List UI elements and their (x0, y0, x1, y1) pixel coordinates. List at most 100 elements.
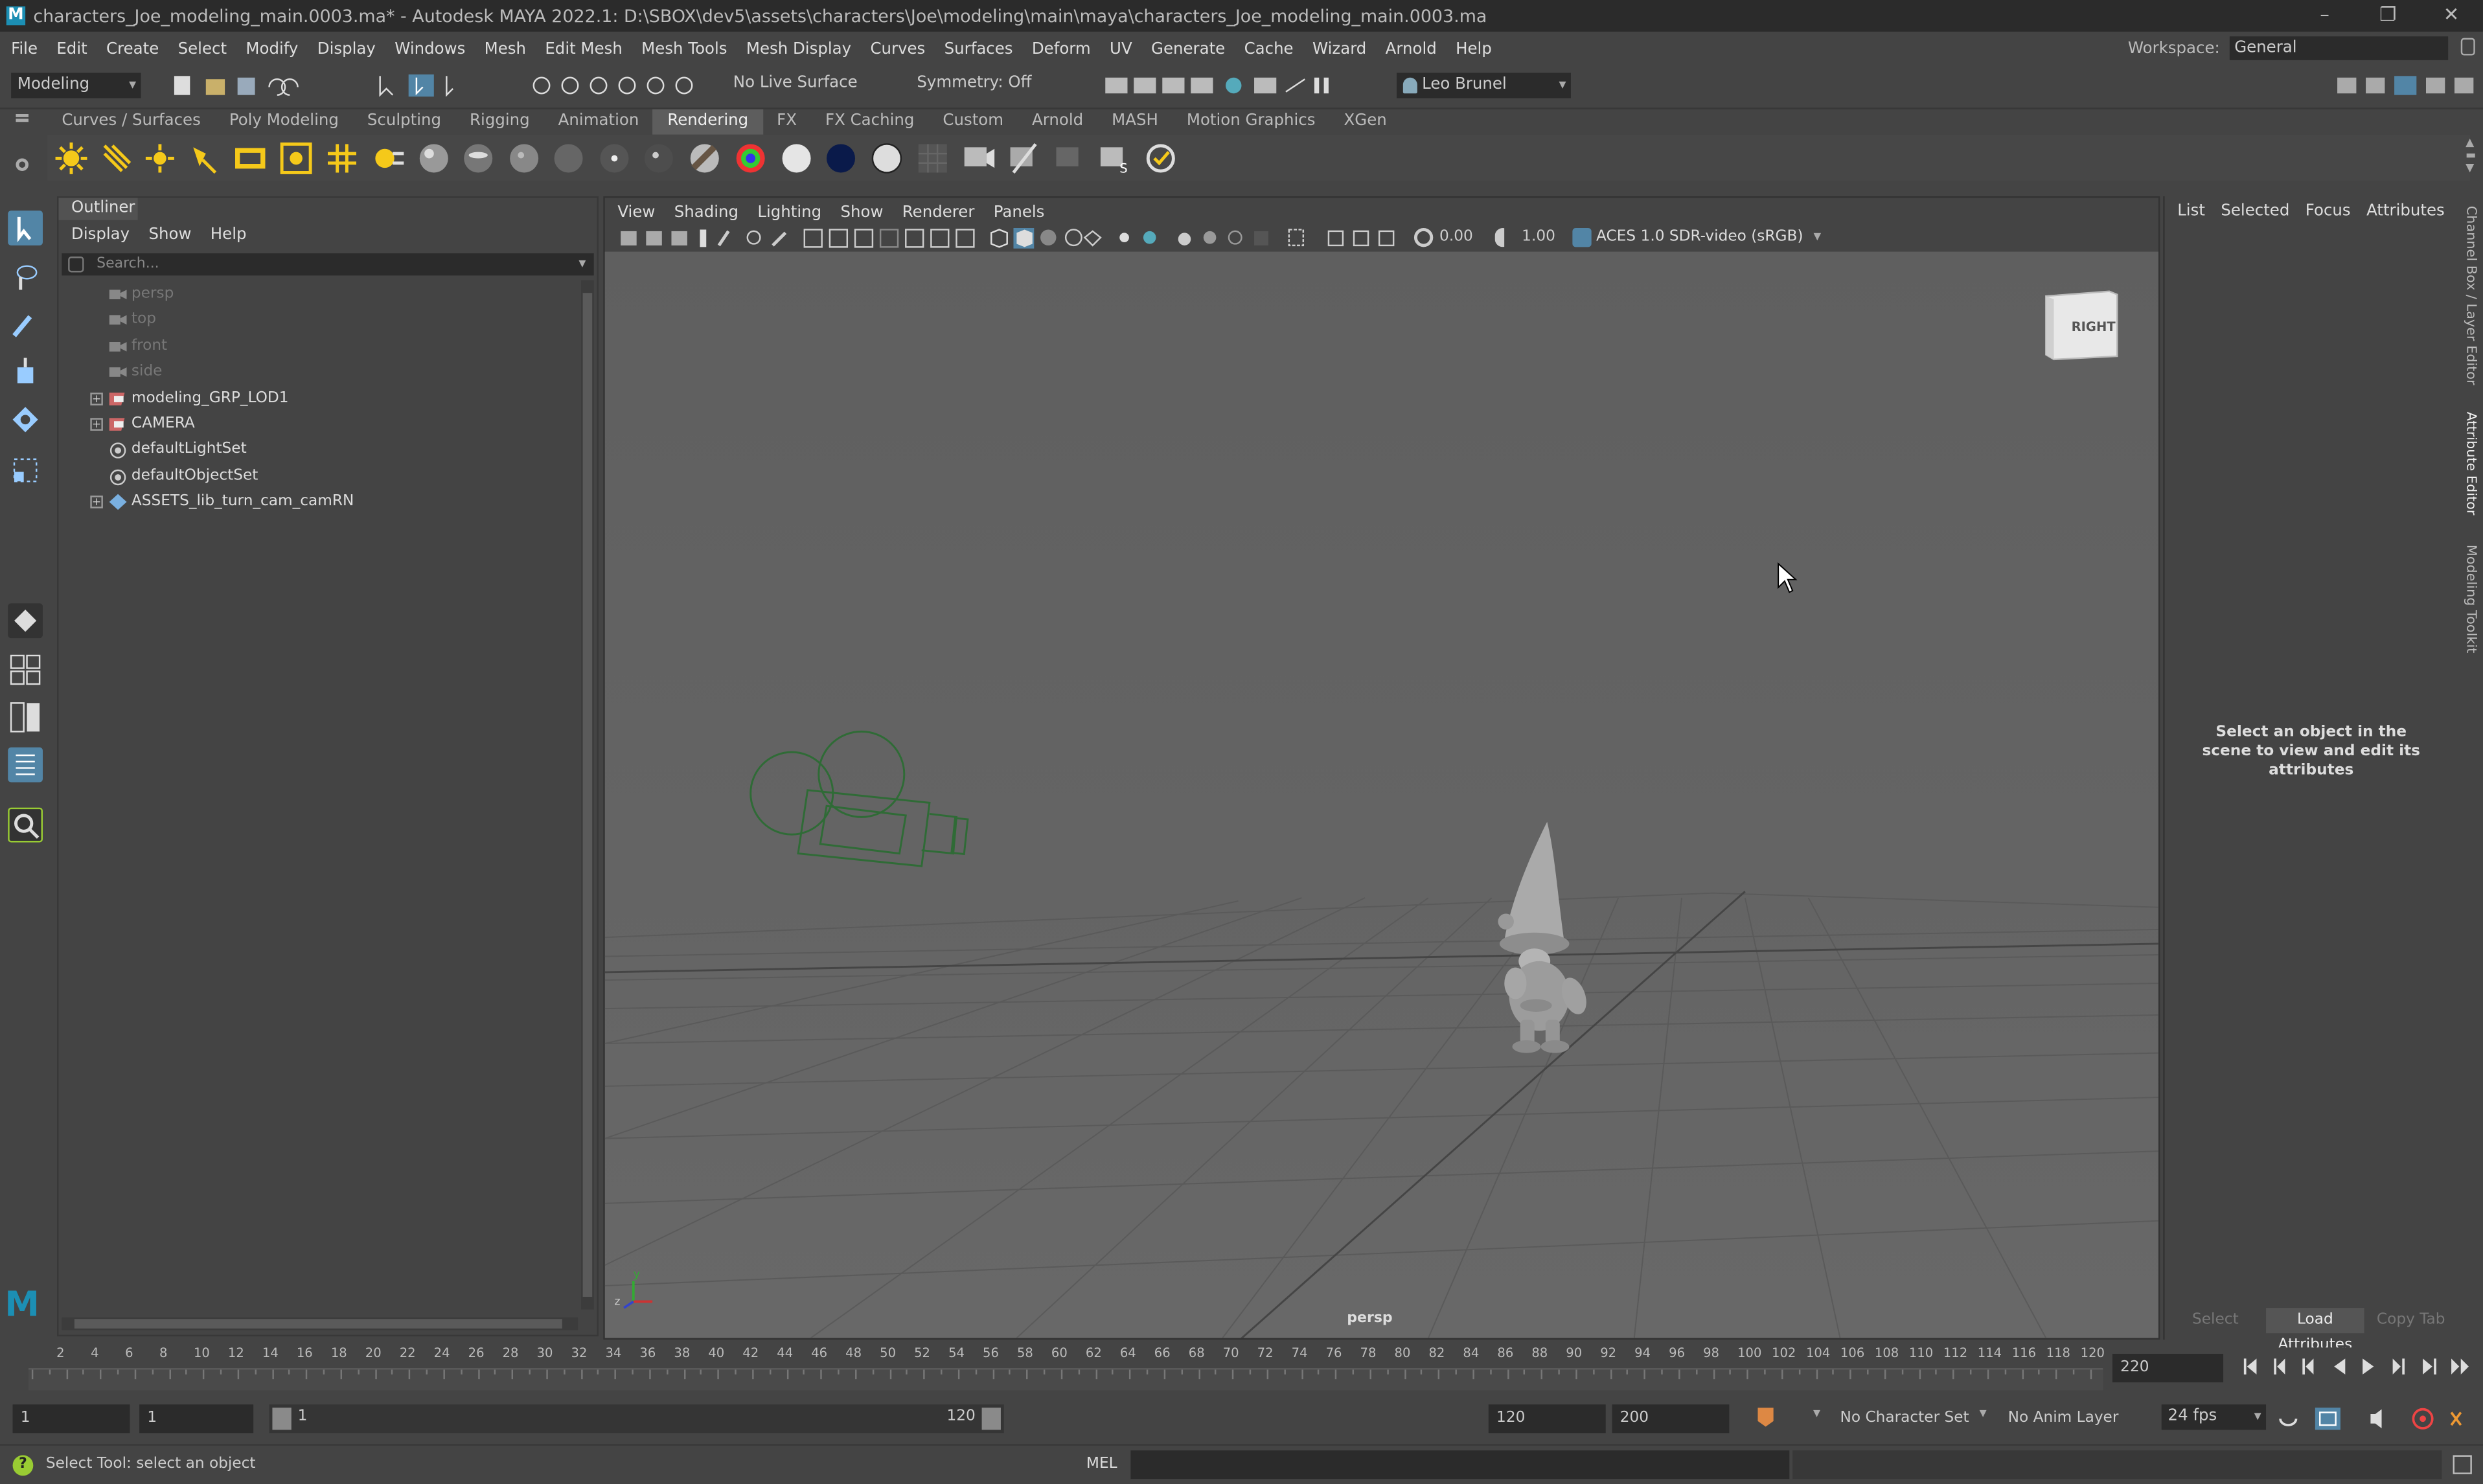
range-handle-end[interactable] (981, 1408, 1001, 1430)
view-transform-dropdown[interactable]: ACES 1.0 SDR-video (sRGB) ▾ (1596, 227, 1821, 249)
shader-phong-icon[interactable] (551, 141, 586, 176)
attr-tab-focus[interactable]: Focus (2298, 202, 2359, 220)
shelf-tab-arnold[interactable]: Arnold (1018, 108, 1097, 133)
outliner-item[interactable]: side (62, 360, 584, 385)
outliner-item[interactable]: defaultObjectSet (62, 464, 584, 489)
menu-curves[interactable]: Curves (861, 40, 935, 58)
paint-select-icon[interactable] (8, 307, 43, 342)
script-editor-icon[interactable] (2453, 1455, 2472, 1474)
exposure-field[interactable]: 0.00 (1439, 227, 1503, 249)
menu-deform[interactable]: Deform (1022, 40, 1100, 58)
outliner-menu-help[interactable]: Help (201, 225, 256, 243)
outliner-item[interactable]: persp (62, 282, 584, 307)
menu-arnold[interactable]: Arnold (1376, 40, 1446, 58)
shader-aniso-icon[interactable] (641, 141, 676, 176)
shelf-scroll-arrows[interactable]: ▲ ▬ ▼ (2466, 136, 2478, 180)
menu-wizard[interactable]: Wizard (1303, 40, 1376, 58)
outliner-menu-display[interactable]: Display (62, 225, 139, 243)
load-attributes-button[interactable]: Load Attributes (2266, 1308, 2364, 1354)
viewport-scene[interactable]: RIGHT y z persp (604, 251, 2158, 1338)
time-slider[interactable]: 2 4 6 8 10 12 14 16 18 20 22 24 26 28 30 32 34 36 38 40 42 44… (12, 1344, 2107, 1392)
viewport-menu-lighting[interactable]: Lighting (748, 203, 831, 221)
move-tool-icon[interactable] (8, 355, 43, 390)
command-input[interactable] (1130, 1450, 1790, 1479)
shelf-tab-motion-graphics[interactable]: Motion Graphics (1173, 108, 1330, 133)
point-light-icon[interactable] (143, 141, 177, 176)
lock-icon[interactable] (2460, 38, 2475, 56)
menu-windows[interactable]: Windows (385, 40, 475, 58)
scale-tool-icon[interactable] (8, 453, 43, 488)
time-slider-track[interactable] (29, 1368, 2103, 1391)
range-slider[interactable]: 1 120 (269, 1404, 1004, 1433)
outliner-vscrollbar[interactable] (581, 280, 594, 1310)
viewport-menu-shading[interactable]: Shading (665, 203, 748, 221)
expand-icon[interactable]: + (90, 496, 103, 509)
outliner-hscrollbar[interactable] (62, 1317, 578, 1330)
shelf-tab-sculpting[interactable]: Sculpting (353, 108, 455, 133)
shelf-tab-rigging[interactable]: Rigging (455, 108, 544, 133)
menuset-dropdown[interactable]: Modeling (11, 73, 141, 98)
volume-light-icon[interactable] (279, 141, 314, 176)
anim-layer-dropdown[interactable]: No Anim Layer (2008, 1410, 2119, 1427)
directional-light-icon[interactable] (100, 141, 135, 176)
chevron-down-icon[interactable]: ▾ (1980, 1406, 1987, 1422)
ipr-render-icon[interactable] (1007, 141, 1042, 176)
shading-mode-icons[interactable] (988, 228, 1305, 249)
four-view-layout-icon[interactable] (8, 652, 43, 687)
isolate-icons[interactable] (1325, 228, 1421, 249)
playback-end-field[interactable]: 120 (1488, 1404, 1606, 1433)
tab-attribute-editor[interactable]: Attribute Editor (2462, 412, 2478, 516)
lasso-tool-icon[interactable] (8, 260, 43, 295)
viewport-menu-renderer[interactable]: Renderer (893, 203, 984, 221)
exposure-icon[interactable] (1413, 228, 1434, 247)
shader-dark-icon[interactable] (823, 141, 858, 176)
menu-create[interactable]: Create (97, 40, 168, 58)
menu-edit-mesh[interactable]: Edit Mesh (536, 40, 632, 58)
menu-surfaces[interactable]: Surfaces (935, 40, 1022, 58)
color-management-icon[interactable] (1572, 228, 1592, 247)
sphere-shader-icon[interactable] (417, 141, 452, 176)
menu-mesh-tools[interactable]: Mesh Tools (632, 40, 737, 58)
texture-checker-icon[interactable] (915, 141, 950, 176)
outliner-item[interactable]: + ASSETS_lib_turn_cam_camRN (62, 490, 584, 515)
minimize-icon[interactable]: – (2293, 0, 2357, 32)
shelf-tab-custom[interactable]: Custom (928, 108, 1018, 133)
render-tools-icons[interactable] (1102, 73, 1355, 98)
menu-generate[interactable]: Generate (1141, 40, 1235, 58)
playback-buttons[interactable] (2239, 1355, 2477, 1377)
expand-icon[interactable]: + (90, 392, 103, 405)
menu-mesh[interactable]: Mesh (475, 40, 536, 58)
shelf-tab-mash[interactable]: MASH (1097, 108, 1173, 133)
two-view-layout-icon[interactable] (8, 700, 43, 735)
light-editor-icon[interactable] (371, 141, 406, 176)
outliner-layout-icon[interactable] (8, 747, 43, 782)
menu-display[interactable]: Display (308, 40, 385, 58)
selection-mask-icons[interactable] (374, 73, 485, 98)
area-light-icon[interactable] (233, 141, 268, 176)
select-tool-icon[interactable] (8, 211, 43, 245)
shader-white-icon[interactable] (779, 141, 814, 176)
viewport-menu-panels[interactable]: Panels (984, 203, 1054, 221)
ambient-light-icon[interactable] (54, 141, 89, 176)
current-frame-field[interactable]: 220 (2112, 1354, 2224, 1383)
symmetry-label[interactable]: Symmetry: Off (917, 74, 1031, 92)
select-button[interactable]: Select (2168, 1308, 2263, 1333)
shelf-menu-icon[interactable] (16, 114, 29, 122)
attr-tab-selected[interactable]: Selected (2213, 202, 2297, 220)
batch-render-icon[interactable]: S (1097, 141, 1132, 176)
menu-file[interactable]: File (1, 40, 47, 58)
gamma-icon[interactable] (1494, 228, 1511, 247)
shader-rainbow-icon[interactable] (733, 141, 768, 176)
shelf-tab-fx[interactable]: FX (762, 108, 811, 133)
shader-lambert-icon[interactable] (507, 141, 542, 176)
shelf-tab-xgen[interactable]: XGen (1330, 108, 1401, 133)
menu-help[interactable]: Help (1446, 40, 1501, 58)
playback-start-field[interactable]: 1 (139, 1404, 254, 1433)
attr-tab-list[interactable]: List (2169, 202, 2213, 220)
single-perspective-layout-icon[interactable] (8, 603, 43, 639)
tab-channel-box[interactable]: Channel Box / Layer Editor (2462, 206, 2478, 385)
search-filter-icon[interactable] (68, 257, 84, 273)
panel-layout-icons[interactable] (2334, 73, 2483, 98)
menu-cache[interactable]: Cache (1235, 40, 1303, 58)
close-icon[interactable]: ✕ (2420, 0, 2483, 32)
